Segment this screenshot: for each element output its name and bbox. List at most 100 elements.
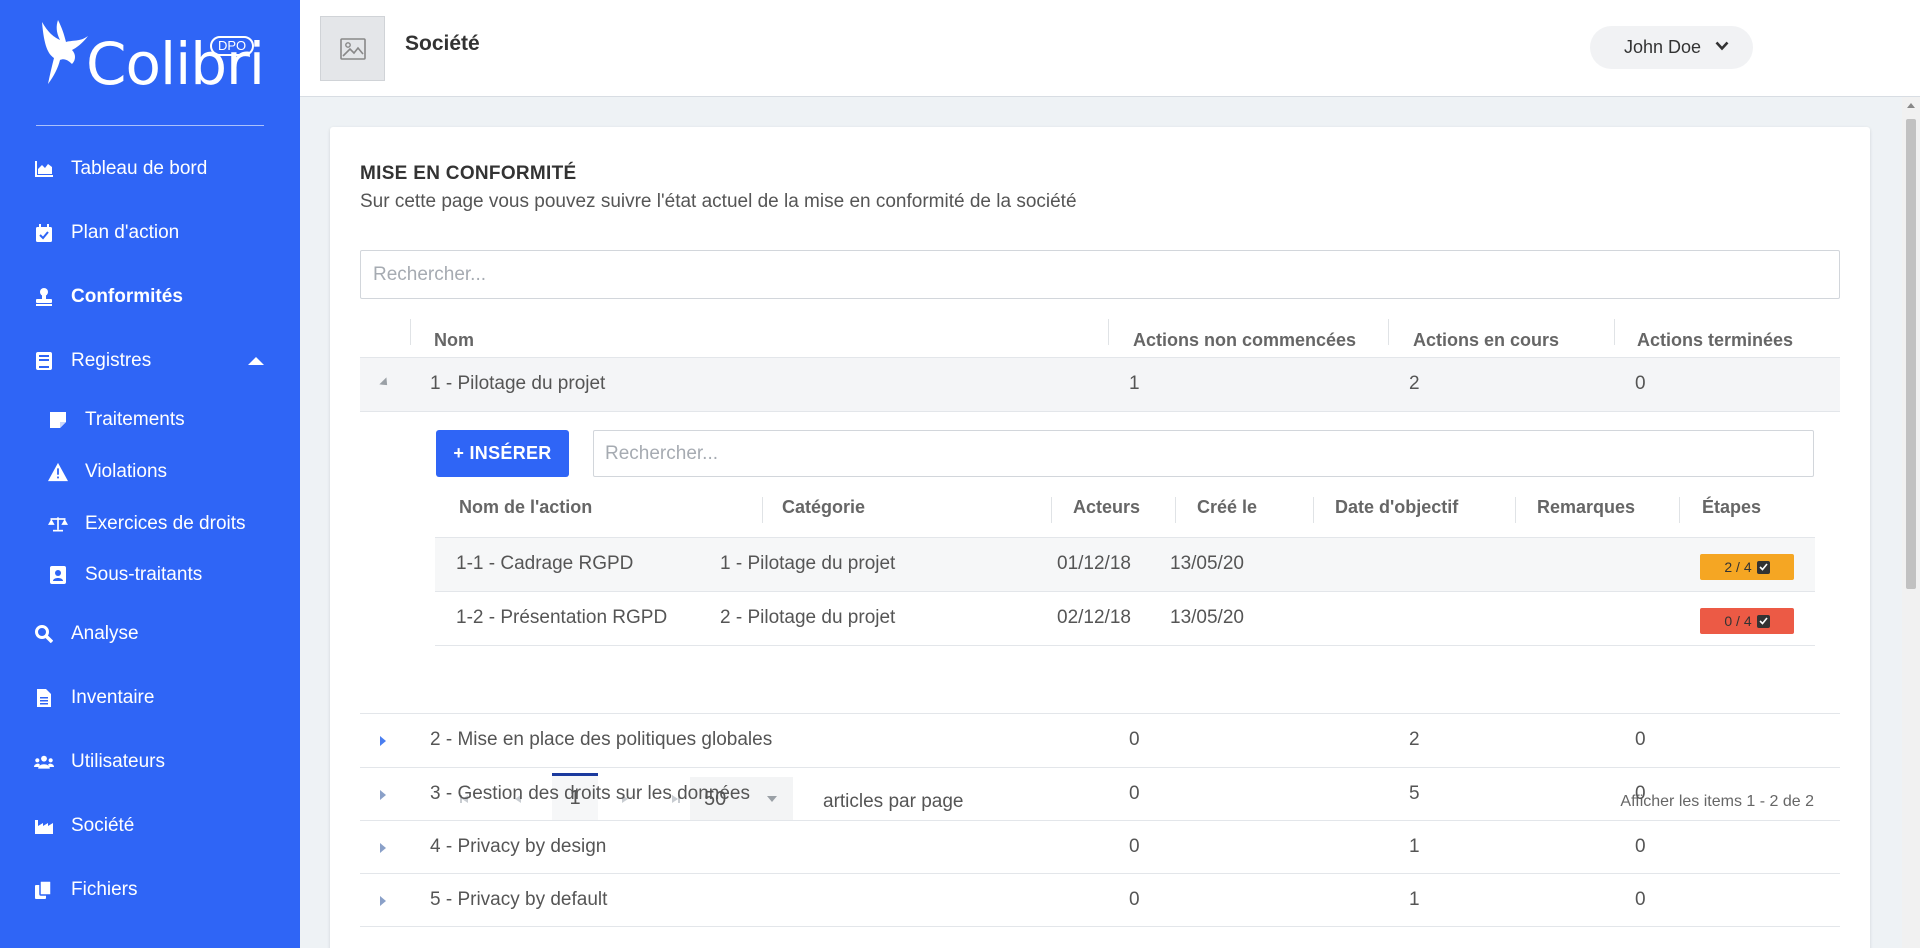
sidebar-item-utilisateurs[interactable]: Utilisateurs [0,740,300,784]
action-category: 1 - Pilotage du projet [720,553,896,574]
sidebar: Colibri DPO Tableau de bord Plan d'actio… [0,0,300,948]
group-name: 2 - Mise en place des politiques globale… [430,729,773,750]
action-row[interactable]: 1-1 - Cadrage RGPD 1 - Pilotage du proje… [435,538,1815,591]
column-divider [1388,319,1389,345]
scrollbar-thumb[interactable] [1906,119,1916,589]
table-row[interactable]: 1 - Pilotage du projet 1 2 0 [360,358,1840,411]
group-done: 0 [1635,889,1646,910]
column-header-created[interactable]: Créé le [1197,497,1257,527]
group-done: 0 [1635,373,1646,394]
group-in-progress: 2 [1409,373,1420,394]
table-row[interactable]: 5 - Privacy by default 0 1 0 [360,874,1840,927]
sidebar-item-inventaire[interactable]: Inventaire [0,676,300,720]
users-icon [34,752,54,772]
action-category: 2 - Pilotage du projet [720,607,896,628]
chevron-down-icon [1715,41,1729,51]
group-not-started: 1 [1129,373,1140,394]
column-divider [1108,319,1109,345]
action-created: 02/12/18 [1057,607,1131,628]
action-name: 1-2 - Présentation RGPD [456,607,668,628]
action-target-date: 13/05/20 [1170,607,1244,628]
column-divider [1614,319,1615,345]
row-divider [435,645,1815,646]
column-header-in-progress[interactable]: Actions en cours [1413,322,1559,358]
image-icon [339,37,366,60]
steps-value: 2 / 4 [1724,559,1752,575]
column-header-not-started[interactable]: Actions non commencées [1133,322,1356,358]
expand-arrow-icon[interactable] [380,736,386,746]
stamp-icon [34,287,54,307]
action-search-input[interactable] [593,430,1814,477]
expand-arrow-icon[interactable] [380,896,386,906]
column-header-steps[interactable]: Étapes [1702,497,1761,527]
warning-icon [48,462,68,482]
table-row[interactable]: 2 - Mise en place des politiques globale… [360,714,1840,767]
copy-icon [34,880,54,900]
page-title: Société [405,32,480,55]
steps-badge[interactable]: 0 / 4 [1700,608,1794,634]
column-header-action-name[interactable]: Nom de l'action [459,497,592,527]
sidebar-item-plan-action[interactable]: Plan d'action [0,211,300,255]
column-header-target-date[interactable]: Date d'objectif [1335,497,1458,527]
sidebar-item-sous-traitants[interactable]: Sous-traitants [0,553,300,597]
group-done: 0 [1635,836,1646,857]
app-logo[interactable]: Colibri DPO [34,16,266,100]
column-header-nom[interactable]: Nom [434,322,474,358]
compliance-card: MISE EN CONFORMITÉ Sur cette page vous p… [330,127,1870,948]
search-input[interactable] [360,250,1840,299]
sidebar-item-exercices-de-droits[interactable]: Exercices de droits [0,502,300,546]
group-not-started: 0 [1129,836,1140,857]
sidebar-item-societe[interactable]: Société [0,804,300,848]
sidebar-item-label: Registres [71,350,152,371]
section-subtitle: Sur cette page vous pouvez suivre l'état… [360,191,1077,212]
user-name: John Doe [1624,37,1702,57]
table-row[interactable]: 3 - Gestion des droits sur les données 0… [360,768,1840,821]
column-divider [410,319,411,345]
section-title: MISE EN CONFORMITÉ [360,163,577,184]
sidebar-item-analyse[interactable]: Analyse [0,612,300,656]
sidebar-item-label: Analyse [71,623,139,644]
sidebar-item-fichiers[interactable]: Fichiers [0,868,300,912]
user-menu-button[interactable]: John Doe [1590,26,1753,69]
check-square-icon [1756,614,1770,628]
chart-area-icon [34,159,54,179]
action-name: 1-1 - Cadrage RGPD [456,553,634,574]
group-not-started: 0 [1129,729,1140,750]
insert-button[interactable]: + INSÉRER [436,430,569,477]
top-bar: Société John Doe [300,0,1920,97]
group-not-started: 0 [1129,783,1140,804]
scroll-up-arrow-icon[interactable] [1907,103,1915,108]
file-icon [34,688,54,708]
group-in-progress: 5 [1409,783,1420,804]
column-header-category[interactable]: Catégorie [782,497,865,527]
expand-arrow-icon[interactable] [380,790,386,800]
column-divider [1679,497,1680,523]
column-header-remarks[interactable]: Remarques [1537,497,1635,527]
sidebar-item-conformites[interactable]: Conformités [0,275,300,319]
sidebar-item-label: Violations [85,461,168,482]
column-header-done[interactable]: Actions terminées [1637,322,1793,358]
company-logo-placeholder[interactable] [320,16,385,81]
check-square-icon [1756,560,1770,574]
hummingbird-logo-icon [42,20,88,84]
column-divider [1313,497,1314,523]
sidebar-item-tableau-de-bord[interactable]: Tableau de bord [0,147,300,191]
book-icon [34,351,54,371]
group-done: 0 [1635,729,1646,750]
expand-arrow-icon[interactable] [380,843,386,853]
sidebar-item-label: Société [71,815,135,836]
sidebar-item-traitements[interactable]: Traitements [0,398,300,442]
table-row[interactable]: 4 - Privacy by design 0 1 0 [360,821,1840,874]
row-divider [360,926,1840,927]
sidebar-divider [36,125,264,126]
steps-value: 0 / 4 [1724,613,1752,629]
sidebar-item-violations[interactable]: Violations [0,450,300,494]
column-header-actors[interactable]: Acteurs [1073,497,1140,527]
steps-badge[interactable]: 2 / 4 [1700,554,1794,580]
sidebar-item-registres[interactable]: Registres [0,339,300,383]
action-row[interactable]: 1-2 - Présentation RGPD 2 - Pilotage du … [435,592,1815,645]
sidebar-item-label: Utilisateurs [71,751,165,772]
group-in-progress: 1 [1409,889,1420,910]
collapse-arrow-icon[interactable] [379,377,391,389]
page-scrollbar[interactable] [1902,97,1920,948]
